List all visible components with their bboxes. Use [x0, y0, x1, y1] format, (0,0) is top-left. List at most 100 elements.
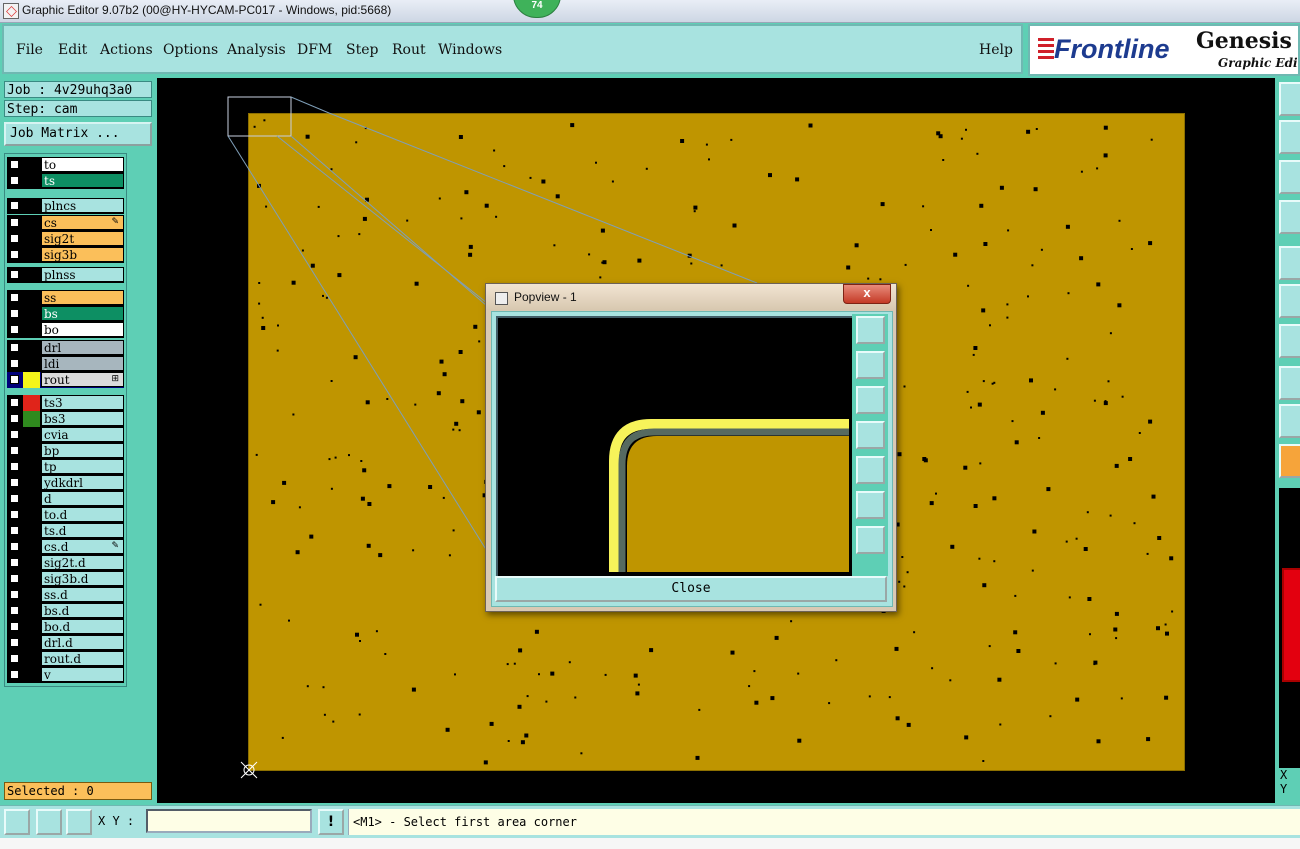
layer-row-bs3[interactable]: bs3 — [7, 411, 124, 427]
zoom-fit-icon[interactable] — [856, 491, 885, 519]
layer-color-swatch[interactable] — [23, 157, 40, 173]
layer-color-swatch[interactable] — [23, 411, 40, 427]
layer-color-swatch[interactable] — [23, 215, 40, 231]
layer-color-swatch[interactable] — [23, 395, 40, 411]
layer-row-ts.d[interactable]: ts.d — [7, 523, 124, 539]
layer-row-drl[interactable]: drl — [7, 340, 124, 356]
layer-color-swatch[interactable] — [23, 587, 40, 603]
menu-rout[interactable]: Rout — [392, 42, 426, 58]
layer-color-swatch[interactable] — [23, 443, 40, 459]
menu-analysis[interactable]: Analysis — [227, 42, 286, 58]
layer-checkbox[interactable] — [10, 590, 19, 599]
layer-row-rout.d[interactable]: rout.d — [7, 651, 124, 667]
pan-left-icon[interactable] — [856, 421, 885, 449]
layer-row-sig3b.d[interactable]: sig3b.d — [7, 571, 124, 587]
menu-file[interactable]: File — [16, 42, 43, 58]
menu-windows[interactable]: Windows — [438, 42, 502, 58]
layer-color-swatch[interactable] — [23, 507, 40, 523]
close-button[interactable]: Close — [495, 576, 887, 602]
layer-color-swatch[interactable] — [23, 247, 40, 263]
layer-name[interactable]: sig2t.d — [41, 555, 124, 570]
layer-name[interactable]: drl — [41, 340, 124, 355]
tool-icon-9[interactable] — [1279, 404, 1300, 438]
layer-checkbox[interactable] — [10, 250, 19, 259]
layer-row-cs.d[interactable]: cs.d ✎ — [7, 539, 124, 555]
tool-icon-3[interactable] — [1279, 160, 1300, 194]
xy-input[interactable] — [146, 809, 312, 833]
layer-name[interactable]: rout.d — [41, 651, 124, 666]
layer-row-ts[interactable]: ts — [7, 173, 124, 189]
layer-color-swatch[interactable] — [23, 523, 40, 539]
layer-name[interactable]: ldi — [41, 356, 124, 371]
layer-color-swatch[interactable] — [23, 231, 40, 247]
layer-checkbox[interactable] — [10, 414, 19, 423]
layer-row-bs.d[interactable]: bs.d — [7, 603, 124, 619]
layer-name[interactable]: bp — [41, 443, 124, 458]
tool-icon-5[interactable] — [1279, 246, 1300, 280]
layer-checkbox[interactable] — [10, 542, 19, 551]
popview-canvas[interactable] — [496, 316, 855, 578]
layer-row-ss.d[interactable]: ss.d — [7, 587, 124, 603]
layer-color-swatch[interactable] — [23, 539, 40, 555]
layer-checkbox[interactable] — [10, 270, 19, 279]
layer-name[interactable]: sig3b.d — [41, 571, 124, 586]
layer-color-swatch[interactable] — [23, 459, 40, 475]
tool-icon-8[interactable] — [1279, 366, 1300, 400]
layer-color-swatch[interactable] — [23, 306, 40, 322]
layer-row-to.d[interactable]: to.d — [7, 507, 124, 523]
menu-help[interactable]: Help — [979, 42, 1013, 58]
layer-name[interactable]: drl.d — [41, 635, 124, 650]
layer-checkbox[interactable] — [10, 218, 19, 227]
layer-name[interactable]: v — [41, 667, 124, 682]
tool-icon-2[interactable] — [1279, 120, 1300, 154]
layer-color-swatch[interactable] — [23, 571, 40, 587]
layer-checkbox[interactable] — [10, 234, 19, 243]
layer-color-swatch[interactable] — [23, 475, 40, 491]
layer-checkbox[interactable] — [10, 343, 19, 352]
layer-checkbox[interactable] — [10, 638, 19, 647]
layer-name[interactable]: cs.d ✎ — [41, 539, 124, 554]
layer-row-sig2t[interactable]: sig2t — [7, 231, 124, 247]
layer-row-bo.d[interactable]: bo.d — [7, 619, 124, 635]
layer-checkbox[interactable] — [10, 430, 19, 439]
tool-icon-7[interactable] — [1279, 324, 1300, 358]
layer-name[interactable]: cs ✎ — [41, 215, 124, 230]
pan-down-icon[interactable] — [856, 386, 885, 414]
layer-name[interactable]: ydkdrl — [41, 475, 124, 490]
pan-up-icon[interactable] — [856, 351, 885, 379]
layer-name[interactable]: sig2t — [41, 231, 124, 246]
layer-row-sig2t.d[interactable]: sig2t.d — [7, 555, 124, 571]
layer-checkbox[interactable] — [10, 494, 19, 503]
layer-color-swatch[interactable] — [23, 603, 40, 619]
layer-checkbox[interactable] — [10, 176, 19, 185]
layer-checkbox[interactable] — [10, 462, 19, 471]
menu-dfm[interactable]: DFM — [297, 42, 332, 58]
layer-row-cvia[interactable]: cvia — [7, 427, 124, 443]
layer-color-swatch[interactable] — [23, 198, 40, 214]
snap-icon[interactable] — [4, 809, 30, 835]
layer-name[interactable]: bs — [41, 306, 124, 321]
layer-checkbox[interactable] — [10, 375, 19, 384]
layer-name[interactable]: to — [41, 157, 124, 172]
zoom-out-icon[interactable] — [856, 526, 885, 554]
layer-row-rout[interactable]: rout ⊞ — [7, 372, 124, 388]
layer-color-swatch[interactable] — [23, 619, 40, 635]
menu-actions[interactable]: Actions — [100, 42, 153, 58]
layer-name[interactable]: bs.d — [41, 603, 124, 618]
layer-name[interactable]: bs3 — [41, 411, 124, 426]
layer-color-swatch[interactable] — [23, 356, 40, 372]
layer-name[interactable]: plncs — [41, 198, 124, 213]
layer-checkbox[interactable] — [10, 574, 19, 583]
grid-icon[interactable] — [66, 809, 92, 835]
layer-checkbox[interactable] — [10, 606, 19, 615]
layer-checkbox[interactable] — [10, 160, 19, 169]
layer-row-drl.d[interactable]: drl.d — [7, 635, 124, 651]
job-matrix-button[interactable]: Job Matrix ... — [4, 122, 152, 146]
layer-row-sig3b[interactable]: sig3b — [7, 247, 124, 263]
layer-name[interactable]: ss.d — [41, 587, 124, 602]
layer-name[interactable]: plnss — [41, 267, 124, 282]
layer-name[interactable]: ss — [41, 290, 124, 305]
layer-row-ldi[interactable]: ldi — [7, 356, 124, 372]
pan-right-icon[interactable] — [856, 456, 885, 484]
layer-name[interactable]: cvia — [41, 427, 124, 442]
